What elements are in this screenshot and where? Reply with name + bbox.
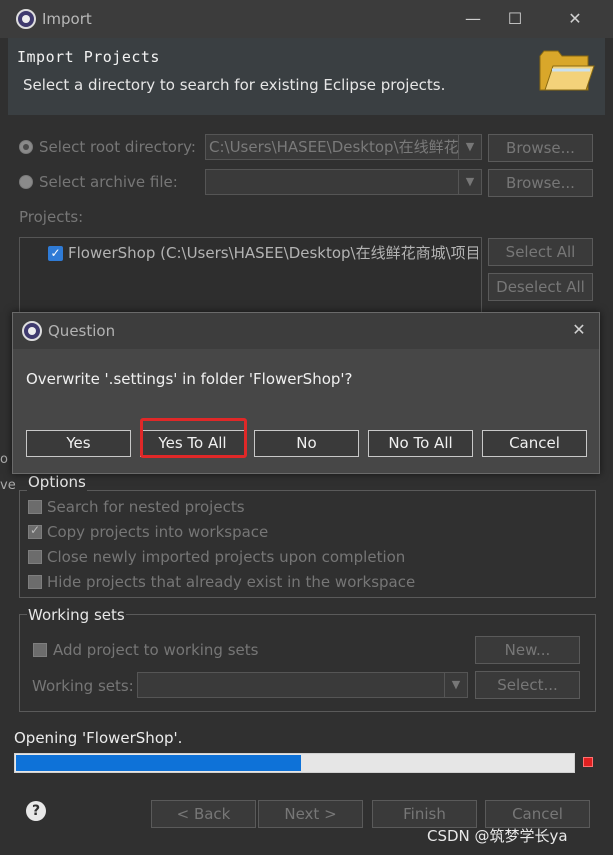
select-all-button[interactable]: Select All bbox=[488, 238, 593, 266]
new-working-set-button[interactable]: New... bbox=[475, 636, 580, 664]
finish-button[interactable]: Finish bbox=[372, 800, 477, 828]
close-projects-label: Close newly imported projects upon compl… bbox=[47, 548, 406, 566]
add-working-sets-checkbox[interactable] bbox=[33, 643, 47, 657]
archive-file-radio[interactable] bbox=[19, 175, 33, 189]
stop-icon[interactable] bbox=[583, 757, 593, 767]
options-title: Options bbox=[27, 473, 87, 491]
title-bar: Import — ☐ ✕ bbox=[0, 0, 613, 38]
eclipse-icon bbox=[16, 9, 36, 29]
copy-projects-label: Copy projects into workspace bbox=[47, 523, 269, 541]
root-directory-radio[interactable] bbox=[19, 140, 33, 154]
project-checkbox[interactable]: ✓ bbox=[48, 246, 63, 261]
browse-directory-button[interactable]: Browse... bbox=[488, 134, 593, 162]
highlight-box bbox=[140, 418, 247, 458]
dialog-cancel-button[interactable]: Cancel bbox=[482, 430, 587, 457]
no-to-all-button[interactable]: No To All bbox=[368, 430, 473, 457]
folder-icon bbox=[539, 50, 595, 91]
browse-archive-button[interactable]: Browse... bbox=[488, 169, 593, 197]
chevron-down-icon[interactable]: ▼ bbox=[444, 673, 467, 697]
dialog-message: Overwrite '.settings' in folder 'FlowerS… bbox=[26, 370, 353, 388]
help-icon[interactable]: ? bbox=[26, 801, 46, 821]
watermark: CSDN @筑梦学长ya bbox=[427, 827, 568, 845]
nested-projects-checkbox[interactable] bbox=[28, 500, 42, 514]
no-button[interactable]: No bbox=[254, 430, 359, 457]
working-sets-combo[interactable]: ▼ bbox=[137, 672, 468, 698]
yes-button[interactable]: Yes bbox=[26, 430, 131, 457]
window-title: Import bbox=[42, 10, 92, 28]
hide-projects-label: Hide projects that already exist in the … bbox=[47, 573, 416, 591]
root-directory-label: Select root directory: bbox=[39, 138, 196, 156]
dialog-title: Question bbox=[48, 322, 116, 340]
minimize-icon[interactable]: — bbox=[460, 6, 486, 32]
projects-label: Projects: bbox=[19, 208, 84, 226]
page-description: Select a directory to search for existin… bbox=[23, 76, 446, 94]
nested-projects-label: Search for nested projects bbox=[47, 498, 245, 516]
projects-list[interactable]: ✓ FlowerShop (C:\Users\HASEE\Desktop\在线鲜… bbox=[19, 237, 482, 317]
project-item-label: FlowerShop (C:\Users\HASEE\Desktop\在线鲜花商… bbox=[68, 244, 478, 262]
working-sets-title: Working sets bbox=[27, 606, 126, 624]
import-window: Import — ☐ ✕ Import Projects Select a di… bbox=[0, 0, 613, 855]
wizard-header: Import Projects Select a directory to se… bbox=[8, 38, 605, 115]
next-button[interactable]: Next > bbox=[258, 800, 363, 828]
progress-fill bbox=[16, 755, 301, 771]
dialog-close-icon[interactable]: ✕ bbox=[568, 319, 590, 341]
progress-bar bbox=[14, 753, 575, 773]
deselect-all-button[interactable]: Deselect All bbox=[488, 273, 593, 301]
archive-file-label: Select archive file: bbox=[39, 173, 178, 191]
archive-file-combo[interactable]: ▼ bbox=[205, 169, 482, 195]
add-working-sets-label: Add project to working sets bbox=[53, 641, 259, 659]
chevron-down-icon[interactable]: ▼ bbox=[458, 135, 481, 159]
chevron-down-icon[interactable]: ▼ bbox=[458, 170, 481, 194]
eclipse-icon bbox=[22, 321, 42, 341]
hide-projects-checkbox[interactable] bbox=[28, 575, 42, 589]
dialog-title-bar: Question ✕ bbox=[13, 313, 599, 349]
root-directory-combo[interactable]: C:\Users\HASEE\Desktop\在线鲜花 ▼ bbox=[205, 134, 482, 160]
close-icon[interactable]: ✕ bbox=[562, 6, 588, 32]
page-title: Import Projects bbox=[17, 48, 160, 66]
hidden-text-fragment: o bbox=[0, 452, 8, 467]
working-sets-label: Working sets: bbox=[32, 677, 134, 695]
maximize-icon[interactable]: ☐ bbox=[502, 6, 528, 32]
cancel-button[interactable]: Cancel bbox=[485, 800, 590, 828]
back-button[interactable]: < Back bbox=[151, 800, 256, 828]
question-dialog: Question ✕ Overwrite '.settings' in fold… bbox=[12, 312, 600, 474]
hidden-text-fragment: ve bbox=[0, 478, 16, 493]
status-text: Opening 'FlowerShop'. bbox=[14, 729, 183, 747]
root-directory-value: C:\Users\HASEE\Desktop\在线鲜花 bbox=[209, 138, 459, 156]
copy-projects-checkbox[interactable] bbox=[28, 523, 42, 539]
select-working-set-button[interactable]: Select... bbox=[475, 671, 580, 699]
close-projects-checkbox[interactable] bbox=[28, 550, 42, 564]
